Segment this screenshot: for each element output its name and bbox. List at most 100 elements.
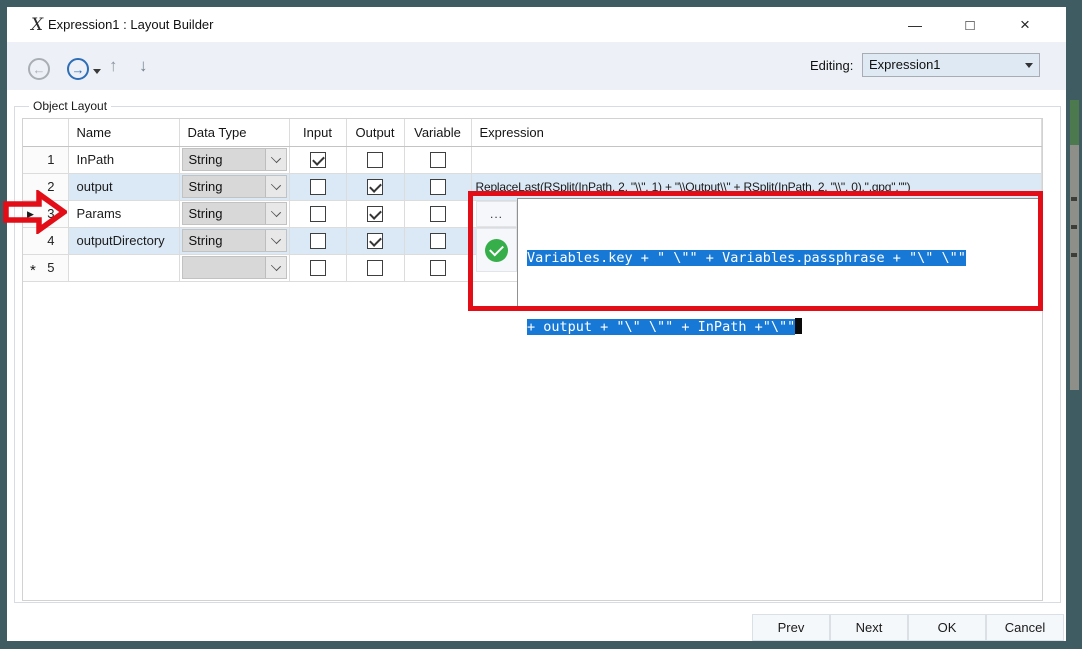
output-cell: [346, 173, 405, 201]
output-checkbox[interactable]: [367, 178, 383, 195]
confirm-expression-button[interactable]: [476, 228, 517, 272]
input-checkbox[interactable]: [309, 232, 326, 249]
row-header[interactable]: 1: [23, 146, 69, 174]
title-bar: X Expression1 : Layout Builder — □ ×: [7, 7, 1066, 42]
next-button[interactable]: Next: [830, 614, 908, 641]
toolbar: ← → ↑ ↓ Editing: Expression1: [7, 42, 1066, 90]
input-cell: [289, 173, 347, 201]
chevron-down-icon[interactable]: [264, 149, 286, 170]
close-button[interactable]: ×: [1003, 11, 1047, 39]
variable-checkbox[interactable]: [429, 151, 446, 168]
cancel-button[interactable]: Cancel: [986, 614, 1064, 641]
grid-header-row: Name Data Type Input Output Variable Exp…: [23, 119, 1042, 147]
minimize-button[interactable]: —: [893, 11, 937, 39]
input-cell: [289, 254, 347, 282]
output-checkbox[interactable]: [367, 205, 383, 222]
background-window-edge: [1070, 145, 1079, 390]
forward-dropdown-icon[interactable]: [93, 69, 101, 74]
name-cell[interactable]: [68, 254, 180, 282]
prev-button[interactable]: Prev: [752, 614, 830, 641]
background-window-edge: [1071, 253, 1077, 257]
output-checkbox[interactable]: [367, 151, 383, 168]
maximize-button[interactable]: □: [948, 11, 992, 39]
ok-button[interactable]: OK: [908, 614, 986, 641]
datatype-dropdown[interactable]: String: [181, 148, 287, 171]
column-header-variable: Variable: [404, 119, 472, 147]
current-row-icon: ▶: [27, 208, 34, 219]
datatype-dropdown[interactable]: String: [181, 202, 287, 225]
name-cell[interactable]: outputDirectory: [68, 227, 180, 255]
corner-header: [23, 119, 69, 147]
row-header[interactable]: 2: [23, 173, 69, 201]
row-header[interactable]: 4: [23, 227, 69, 255]
row-number: 4: [47, 233, 55, 248]
row-number: 1: [47, 152, 55, 167]
column-header-name: Name: [68, 119, 180, 147]
output-checkbox[interactable]: [367, 259, 383, 276]
editing-label: Editing:: [810, 58, 854, 73]
datatype-cell[interactable]: String: [179, 227, 290, 255]
variable-checkbox[interactable]: [429, 205, 446, 222]
row-number: 3: [47, 206, 55, 221]
back-icon[interactable]: ←: [28, 58, 50, 80]
row-number: 5: [47, 260, 55, 275]
datatype-cell[interactable]: [179, 254, 290, 282]
name-cell[interactable]: Params: [68, 200, 180, 228]
chevron-down-icon[interactable]: [264, 230, 286, 251]
column-header-input: Input: [289, 119, 347, 147]
input-checkbox[interactable]: [309, 178, 326, 195]
datatype-dropdown[interactable]: String: [181, 229, 287, 252]
datatype-cell[interactable]: String: [179, 146, 290, 174]
expression-cell[interactable]: ReplaceLast(RSplit(InPath, 2, "\\", 1) +…: [471, 173, 1042, 201]
text-cursor: [795, 318, 803, 334]
background-window-edge: [1071, 225, 1077, 229]
move-up-icon[interactable]: ↑: [109, 56, 118, 76]
expression-line: Variables.key + " \"" + Variables.passph…: [527, 250, 966, 266]
input-checkbox[interactable]: [309, 205, 326, 222]
datatype-cell[interactable]: String: [179, 173, 290, 201]
layout-builder-dialog: X Expression1 : Layout Builder — □ × ← →…: [7, 7, 1066, 641]
input-cell: [289, 227, 347, 255]
output-cell: [346, 200, 405, 228]
background-window-edge: [1071, 197, 1077, 201]
expression-cell[interactable]: [471, 146, 1042, 174]
row-header[interactable]: ▶ 3: [23, 200, 69, 228]
editing-dropdown[interactable]: Expression1: [862, 53, 1040, 77]
name-cell[interactable]: output: [68, 173, 180, 201]
column-header-datatype: Data Type: [179, 119, 290, 147]
input-checkbox[interactable]: [309, 151, 326, 168]
grid-row: 2 output String ReplaceLast(RSplit(InPat…: [23, 173, 1042, 201]
expression-ellipsis-button[interactable]: ...: [476, 201, 517, 227]
datatype-dropdown[interactable]: [181, 256, 287, 279]
datatype-cell[interactable]: String: [179, 200, 290, 228]
variable-checkbox[interactable]: [429, 232, 446, 249]
object-layout-title: Object Layout: [29, 99, 112, 113]
chevron-down-icon[interactable]: [264, 203, 286, 224]
chevron-down-icon[interactable]: [264, 176, 286, 197]
variable-checkbox[interactable]: [429, 259, 446, 276]
chevron-down-icon[interactable]: [264, 257, 286, 278]
chevron-down-icon: [1025, 63, 1033, 68]
expression-textarea[interactable]: Variables.key + " \"" + Variables.passph…: [517, 198, 1039, 335]
variable-cell: [404, 200, 472, 228]
expression-line: + output + "\" \"" + InPath +"\"": [527, 316, 1038, 339]
check-circle-icon: [485, 238, 508, 262]
window-title: Expression1 : Layout Builder: [48, 17, 214, 32]
variable-checkbox[interactable]: [429, 178, 446, 195]
name-cell[interactable]: InPath: [68, 146, 180, 174]
grid-row: 1 InPath String: [23, 146, 1042, 174]
move-down-icon[interactable]: ↓: [139, 56, 148, 76]
row-number: 2: [47, 179, 55, 194]
output-checkbox[interactable]: [367, 232, 383, 249]
variable-cell: [404, 146, 472, 174]
variable-cell: [404, 254, 472, 282]
input-cell: [289, 200, 347, 228]
datatype-dropdown[interactable]: String: [181, 175, 287, 198]
app-icon: X: [30, 15, 44, 35]
row-header[interactable]: * 5: [23, 254, 69, 282]
background-window-edge: [1070, 100, 1079, 145]
input-checkbox[interactable]: [309, 259, 326, 276]
column-header-expression: Expression: [471, 119, 1042, 147]
new-row-icon: *: [30, 261, 36, 279]
forward-icon[interactable]: →: [67, 58, 89, 80]
